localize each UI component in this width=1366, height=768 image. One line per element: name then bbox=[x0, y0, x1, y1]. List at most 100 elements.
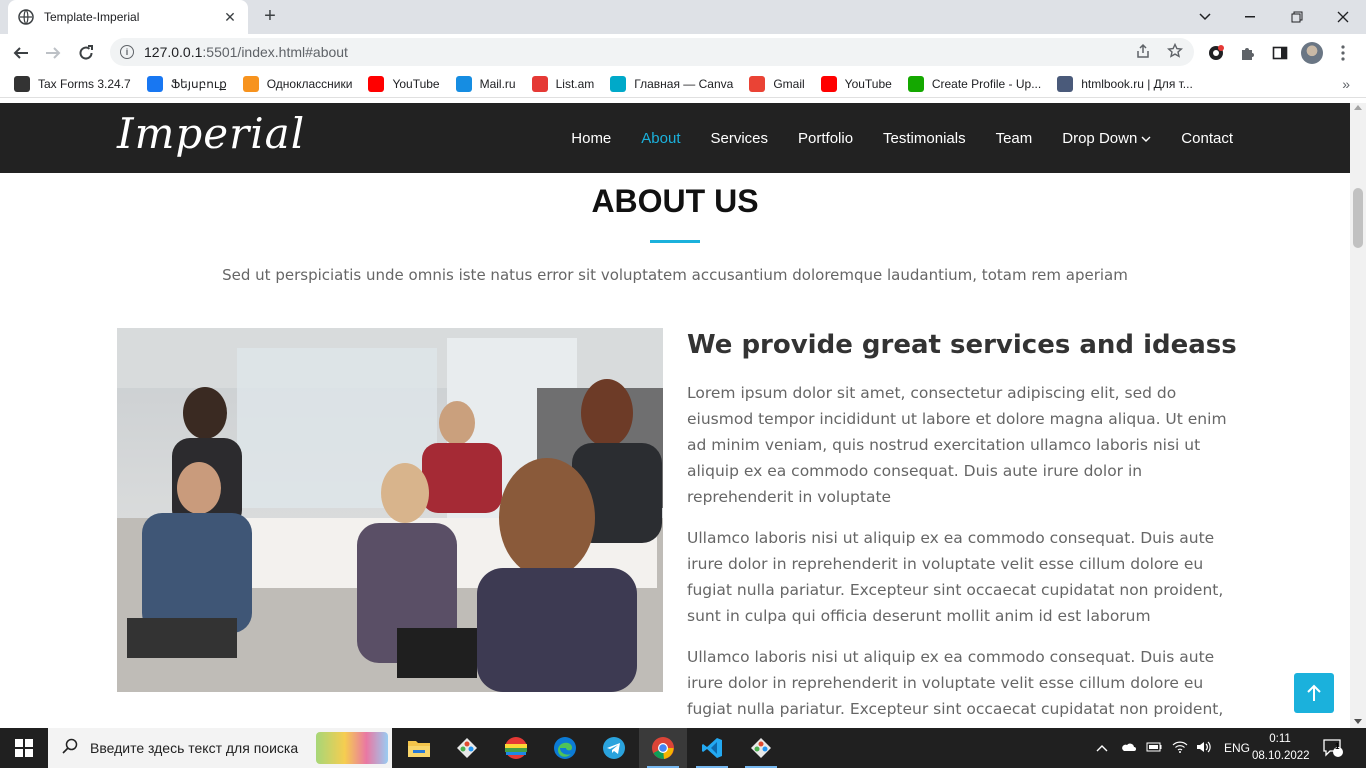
nav-label: Home bbox=[571, 129, 612, 147]
ok-icon bbox=[242, 76, 259, 92]
bookmark-label: YouTube bbox=[392, 77, 440, 91]
back-to-top-button[interactable] bbox=[1294, 673, 1334, 713]
bookmark-item[interactable]: Главная — Canva bbox=[610, 76, 733, 92]
about-paragraph-3: Ullamco laboris nisi ut aliquip ex ea co… bbox=[687, 648, 1224, 728]
bookmark-item[interactable]: Одноклассники bbox=[242, 76, 353, 92]
windows-taskbar: Введите здесь текст для поиска ENG 0:11 … bbox=[0, 728, 1366, 768]
tab-close-icon[interactable]: ✕ bbox=[222, 9, 238, 26]
bookmark-item[interactable]: Tax Forms 3.24.7 bbox=[14, 76, 131, 92]
extension-shield-icon[interactable] bbox=[1205, 42, 1227, 64]
nav-label: Portfolio bbox=[798, 129, 854, 147]
listam-icon bbox=[531, 76, 548, 92]
about-content: We provide great services and ideass Lor… bbox=[687, 328, 1237, 728]
minimize-icon[interactable] bbox=[1228, 0, 1274, 34]
browser-toolbar: i 127.0.0.1:5501/index.html#about bbox=[0, 34, 1366, 71]
bookmark-item[interactable]: Gmail bbox=[749, 76, 805, 92]
nav-contact[interactable]: Contact bbox=[1181, 130, 1233, 147]
bookmark-label: List.am bbox=[555, 77, 595, 91]
team-meeting-photo bbox=[117, 328, 663, 692]
onedrive-cloud-icon[interactable] bbox=[1120, 741, 1136, 755]
windows-start-icon[interactable] bbox=[0, 728, 48, 768]
nav-about[interactable]: About bbox=[641, 130, 680, 147]
share-icon[interactable] bbox=[1134, 43, 1152, 61]
bookmark-item[interactable]: YouTube bbox=[368, 76, 440, 92]
scrollbar-thumb[interactable] bbox=[1353, 188, 1363, 248]
nav-team[interactable]: Team bbox=[996, 130, 1033, 147]
nav-portfolio[interactable]: Portfolio bbox=[798, 130, 853, 147]
close-window-icon[interactable] bbox=[1320, 0, 1366, 34]
chevron-up-icon[interactable] bbox=[1096, 741, 1108, 755]
volume-icon[interactable] bbox=[1196, 740, 1212, 757]
taskbar-search-input[interactable]: Введите здесь текст для поиска bbox=[48, 728, 392, 768]
bookmark-item[interactable]: Create Profile - Up... bbox=[907, 76, 1041, 92]
side-panel-icon[interactable] bbox=[1269, 42, 1291, 64]
file-explorer-icon[interactable] bbox=[395, 728, 443, 768]
new-tab-button[interactable]: + bbox=[258, 5, 282, 29]
git-kraken-icon[interactable] bbox=[443, 728, 491, 768]
bookmark-star-icon[interactable] bbox=[1166, 42, 1184, 61]
bookmark-item[interactable]: List.am bbox=[531, 76, 595, 92]
telegram-icon[interactable] bbox=[590, 728, 638, 768]
bookmark-label: Главная — Canva bbox=[634, 77, 734, 91]
section-subtitle: Sed ut perspiciatis unde omnis iste natu… bbox=[222, 266, 1128, 284]
nav-services[interactable]: Services bbox=[710, 130, 768, 147]
system-tray: ENG bbox=[1096, 728, 1250, 768]
site-info-icon[interactable]: i bbox=[120, 45, 134, 59]
notifications-icon[interactable]: 1 bbox=[1322, 728, 1344, 768]
gmail-icon bbox=[749, 76, 766, 92]
site-logo[interactable]: Imperial bbox=[117, 109, 305, 158]
youtube-icon bbox=[368, 76, 385, 92]
about-paragraph-1: Lorem ipsum dolor sit amet, consectetur … bbox=[687, 384, 1227, 506]
nav-label: Services bbox=[710, 129, 769, 147]
forward-arrow-icon[interactable] bbox=[40, 40, 66, 66]
vscode-icon[interactable] bbox=[688, 728, 736, 768]
menu-dots-icon[interactable] bbox=[1332, 42, 1354, 64]
bookmark-item[interactable]: Mail.ru bbox=[455, 76, 516, 92]
nav-label: Drop Down bbox=[1062, 129, 1138, 147]
nav-label: Team bbox=[995, 129, 1033, 147]
upwork-icon bbox=[907, 76, 924, 92]
nav-label: Testimonials bbox=[883, 129, 966, 147]
tab-search-icon[interactable] bbox=[1182, 0, 1228, 34]
canva-icon bbox=[610, 76, 627, 92]
bookmarks-bar: Tax Forms 3.24.7 Ֆեյսբուք Одноклассники You… bbox=[0, 71, 1366, 98]
notification-count: 1 bbox=[1335, 742, 1340, 751]
section-title: ABOUT US bbox=[591, 183, 759, 219]
extensions-puzzle-icon[interactable] bbox=[1237, 42, 1259, 64]
scroll-up-icon[interactable] bbox=[1354, 105, 1362, 110]
reload-icon[interactable] bbox=[73, 40, 99, 66]
restore-icon[interactable] bbox=[1274, 0, 1320, 34]
address-bar[interactable]: i 127.0.0.1:5501/index.html#about bbox=[110, 38, 1194, 66]
bookmarks-overflow-icon[interactable]: » bbox=[1342, 76, 1350, 92]
search-placeholder: Введите здесь текст для поиска bbox=[90, 740, 299, 756]
nav-testimonials[interactable]: Testimonials bbox=[883, 130, 966, 147]
chrome-icon[interactable] bbox=[639, 728, 687, 768]
bookmark-label: Ֆեյսբուք bbox=[170, 77, 227, 91]
tab-title: Template-Imperial bbox=[44, 10, 140, 24]
bookmark-item[interactable]: htmlbook.ru | Для т... bbox=[1057, 76, 1193, 92]
facebook-icon bbox=[146, 76, 163, 92]
bookmark-label: Одноклассники bbox=[266, 77, 353, 91]
profile-avatar[interactable] bbox=[1301, 42, 1323, 64]
scroll-down-icon[interactable] bbox=[1354, 719, 1362, 724]
page-scrollbar[interactable] bbox=[1350, 103, 1366, 728]
bookmark-item[interactable]: Ֆեյսբուք bbox=[146, 76, 227, 92]
globe-icon bbox=[18, 9, 34, 25]
language-indicator[interactable]: ENG bbox=[1224, 741, 1250, 755]
bookmark-item[interactable]: YouTube bbox=[820, 76, 892, 92]
colorful-app-icon[interactable] bbox=[492, 728, 540, 768]
wifi-icon[interactable] bbox=[1172, 741, 1188, 756]
git-kraken-2-icon[interactable] bbox=[737, 728, 785, 768]
browser-tab[interactable]: Template-Imperial ✕ bbox=[8, 0, 248, 34]
back-arrow-icon[interactable] bbox=[8, 40, 34, 66]
nav-drop-down[interactable]: Drop Down bbox=[1062, 130, 1151, 147]
main-nav: Home About Services Portfolio Testimonials Te… bbox=[541, 103, 1233, 173]
nav-home[interactable]: Home bbox=[571, 130, 611, 147]
taskbar-clock[interactable]: 0:11 08.10.2022 bbox=[1252, 731, 1310, 765]
edge-browser-icon[interactable] bbox=[541, 728, 589, 768]
clock-time: 0:11 bbox=[1269, 733, 1291, 745]
url-host: 127.0.0.1 bbox=[144, 44, 203, 60]
bookmark-label: Gmail bbox=[773, 77, 805, 91]
battery-icon[interactable] bbox=[1146, 741, 1162, 756]
bookmark-label: YouTube bbox=[844, 77, 892, 91]
